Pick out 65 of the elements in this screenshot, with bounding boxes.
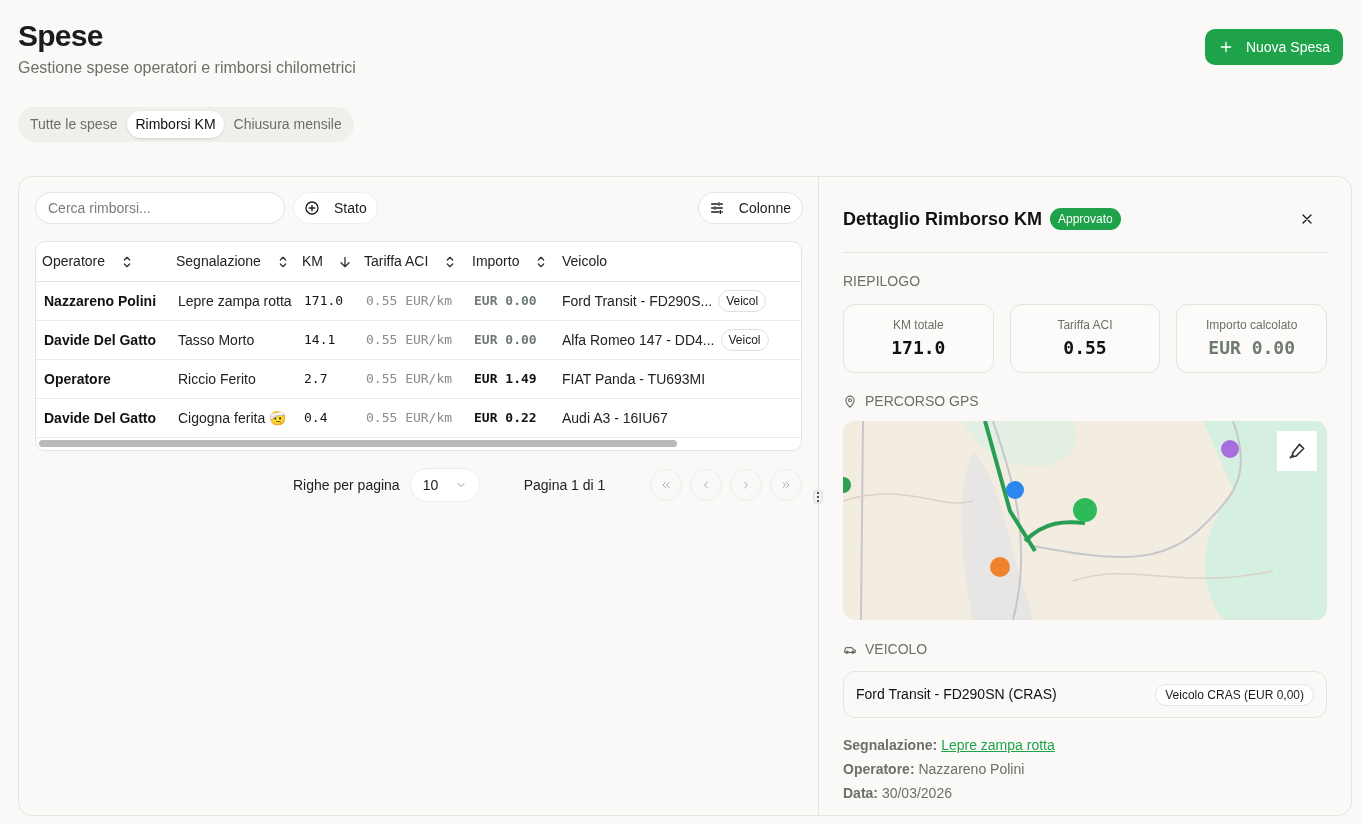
vehicle-badge: Veicolo CRAS (EUR 0,00) [1155,683,1314,706]
operator-cell-text: Davide Del Gatto [44,330,157,350]
operator-cell-text: Davide Del Gatto [44,408,157,428]
status-badge: Approvato [1050,208,1121,230]
km-cell-text: 171.0 [304,292,344,311]
add-circle-icon [304,200,320,216]
vehicle-cell-text: FIAT Panda - TU693MI [562,369,706,389]
report-cell-text: Lepre zampa rotta [178,291,292,311]
detail-title: Dettaglio Rimborso KM [843,207,1042,231]
stat-label: Importo calcolato [1205,317,1298,334]
tab[interactable]: Chiusura mensile [225,111,350,138]
km-cell-text: 2.7 [304,370,328,389]
search-field[interactable]: Cerca rimborsi... [35,192,285,224]
sliders-icon [708,200,725,216]
report-cell-text: Tasso Morto [178,330,255,350]
page-subtitle: Gestione spese operatori e rimborsi chilometrici [18,58,356,78]
column-header[interactable]: Veicolo [562,251,608,272]
stat-value: 0.55 [1063,336,1107,360]
amount-cell-text: EUR 0.00 [474,331,537,350]
map-pin-icon [843,394,857,409]
km-cell-text: 14.1 [304,331,336,350]
tab[interactable]: Rimborsi KM [127,111,224,138]
double-chevron-left-icon [660,479,673,491]
tab[interactable]: Tutte le spese [22,111,126,138]
columns-button[interactable]: Colonne [697,192,803,224]
stat-value: 171.0 [891,336,946,360]
column-header[interactable]: Importo [472,251,550,272]
column-header[interactable]: Segnalazione [176,251,291,272]
detail-line: Operatore: Nazzareno Polini [843,760,1025,778]
column-header[interactable]: KM [302,251,353,272]
column-header[interactable]: Tariffa ACI [364,251,459,272]
section-heading: RIEPILOGO [843,272,922,291]
stat-label: Tariffa ACI [1057,317,1113,334]
stat-label: KM totale [892,317,944,334]
page-title: Spese [18,18,104,54]
rate-cell-text: 0.55 EUR/km [366,331,453,350]
column-header[interactable]: Operatore [42,251,136,272]
rows-per-page-label: Righe per pagina [293,475,400,495]
resize-handle[interactable] [813,490,823,504]
report-cell-text: Riccio Ferito [178,369,256,389]
rate-cell-text: 0.55 EUR/km [366,292,453,311]
vehicle-name: Ford Transit - FD290SN (CRAS) [856,685,1057,704]
amount-cell-text: EUR 0.22 [474,409,537,428]
vehicle-cell-text: Audi A3 - 16IU67 [562,408,668,428]
report-cell-text: Cigogna ferita 🤕 [178,408,287,428]
pen-icon [1287,441,1307,461]
vehicle-cell-text: Alfa Romeo 147 - DD4... [562,330,715,350]
amount-cell-text: EUR 1.49 [474,370,537,389]
rate-cell-text: 0.55 EUR/km [366,409,453,428]
status-filter-button[interactable]: Stato [293,192,378,224]
detail-line: Data: 30/03/2026 [843,784,952,802]
section-heading: PERCORSO GPS [865,392,979,411]
section-heading: VEICOLO [865,640,928,659]
map-draw-button[interactable] [1277,431,1317,471]
operator-cell-text: Operatore [44,369,111,389]
rows-per-page-select[interactable]: 10 [409,468,480,502]
rate-cell-text: 0.55 EUR/km [366,370,453,389]
operator-cell-text: Nazzareno Polini [44,291,157,311]
stat-value: EUR 0.00 [1208,336,1295,360]
amount-cell-text: EUR 0.00 [474,292,537,311]
detail-label: Segnalazione: [843,736,938,754]
scrollbar-thumb[interactable] [39,440,677,447]
page-indicator: Pagina 1 di 1 [523,475,606,495]
km-cell-text: 0.4 [304,409,328,428]
vehicle-cell-text: Ford Transit - FD290S... [562,291,713,311]
